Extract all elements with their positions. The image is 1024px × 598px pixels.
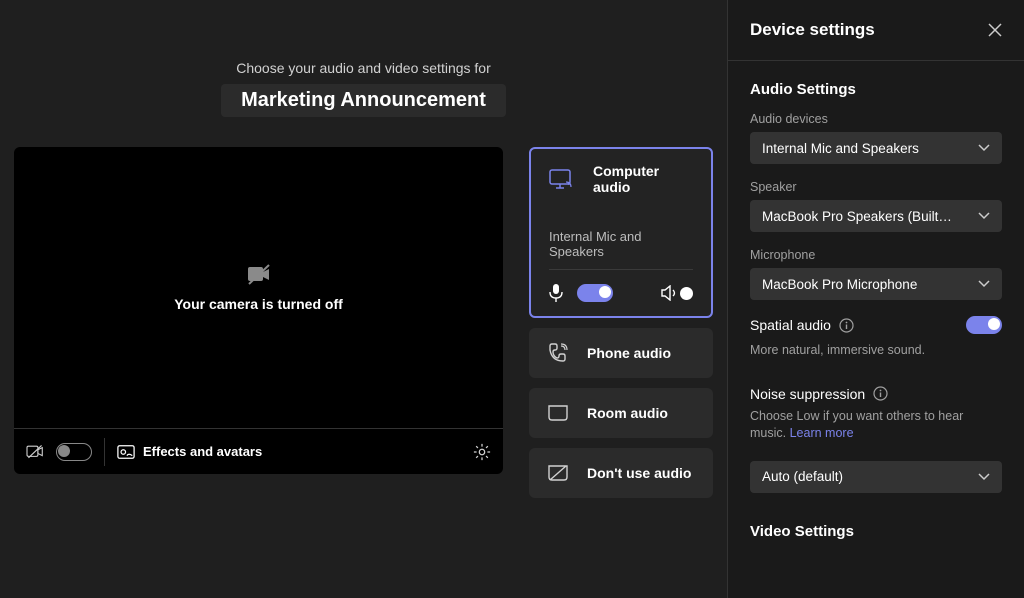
panel-title: Device settings — [750, 20, 875, 40]
effects-icon — [117, 444, 135, 460]
speaker-select[interactable]: MacBook Pro Speakers (Built… — [750, 200, 1002, 232]
effects-avatars-button[interactable]: Effects and avatars — [117, 444, 262, 460]
learn-more-link[interactable]: Learn more — [790, 426, 854, 440]
spatial-audio-toggle[interactable] — [966, 316, 1002, 334]
meeting-name: Marketing Announcement — [221, 84, 506, 117]
computer-audio-option[interactable]: Computer audio Internal Mic and Speakers — [529, 147, 713, 318]
spatial-audio-desc: More natural, immersive sound. — [750, 342, 1002, 360]
microphone-label: Microphone — [750, 248, 1002, 262]
no-audio-icon — [547, 464, 569, 482]
noise-suppression-label: Noise suppression — [750, 386, 865, 402]
video-settings-heading: Video Settings — [750, 523, 1002, 540]
chevron-down-icon — [978, 212, 990, 220]
mic-toggle[interactable] — [577, 284, 613, 302]
room-audio-icon — [547, 404, 569, 422]
camera-toggle[interactable] — [56, 443, 92, 461]
speaker-label: Speaker — [750, 180, 1002, 194]
microphone-icon[interactable] — [549, 284, 563, 302]
microphone-select[interactable]: MacBook Pro Microphone — [750, 268, 1002, 300]
effects-label: Effects and avatars — [143, 444, 262, 459]
microphone-value: MacBook Pro Microphone — [762, 277, 917, 292]
device-settings-panel: Device settings Audio Settings Audio dev… — [727, 0, 1024, 598]
audio-devices-select[interactable]: Internal Mic and Speakers — [750, 132, 1002, 164]
speaker-icon[interactable] — [661, 285, 679, 301]
spatial-audio-label: Spatial audio — [750, 317, 831, 333]
header-subtitle: Choose your audio and video settings for — [14, 60, 713, 76]
audio-device-name: Internal Mic and Speakers — [549, 229, 693, 259]
audio-devices-value: Internal Mic and Speakers — [762, 141, 919, 156]
noise-suppression-select[interactable]: Auto (default) — [750, 461, 1002, 493]
no-audio-label: Don't use audio — [587, 465, 691, 481]
no-audio-option[interactable]: Don't use audio — [529, 448, 713, 498]
phone-audio-label: Phone audio — [587, 345, 671, 361]
computer-audio-label: Computer audio — [593, 163, 693, 195]
camera-off-text: Your camera is turned off — [174, 296, 343, 312]
video-preview-panel: Your camera is turned off Effects and av… — [14, 147, 503, 474]
divider — [104, 438, 105, 466]
info-icon[interactable] — [873, 386, 888, 401]
close-button[interactable] — [988, 23, 1002, 37]
audio-devices-label: Audio devices — [750, 112, 1002, 126]
room-audio-option[interactable]: Room audio — [529, 388, 713, 438]
camera-off-small-icon — [26, 444, 44, 460]
speaker-value: MacBook Pro Speakers (Built… — [762, 209, 952, 224]
info-icon[interactable] — [839, 318, 854, 333]
noise-value: Auto (default) — [762, 469, 843, 484]
room-audio-label: Room audio — [587, 405, 668, 421]
noise-desc: Choose Low if you want others to hear mu… — [750, 408, 1002, 443]
camera-off-icon — [247, 264, 271, 286]
chevron-down-icon — [978, 280, 990, 288]
audio-settings-heading: Audio Settings — [750, 81, 1002, 98]
chevron-down-icon — [978, 473, 990, 481]
video-settings-button[interactable] — [473, 443, 491, 461]
chevron-down-icon — [978, 144, 990, 152]
phone-icon — [547, 343, 569, 363]
phone-audio-option[interactable]: Phone audio — [529, 328, 713, 378]
computer-audio-icon — [549, 168, 575, 190]
audio-device-row[interactable]: Internal Mic and Speakers — [549, 229, 693, 270]
